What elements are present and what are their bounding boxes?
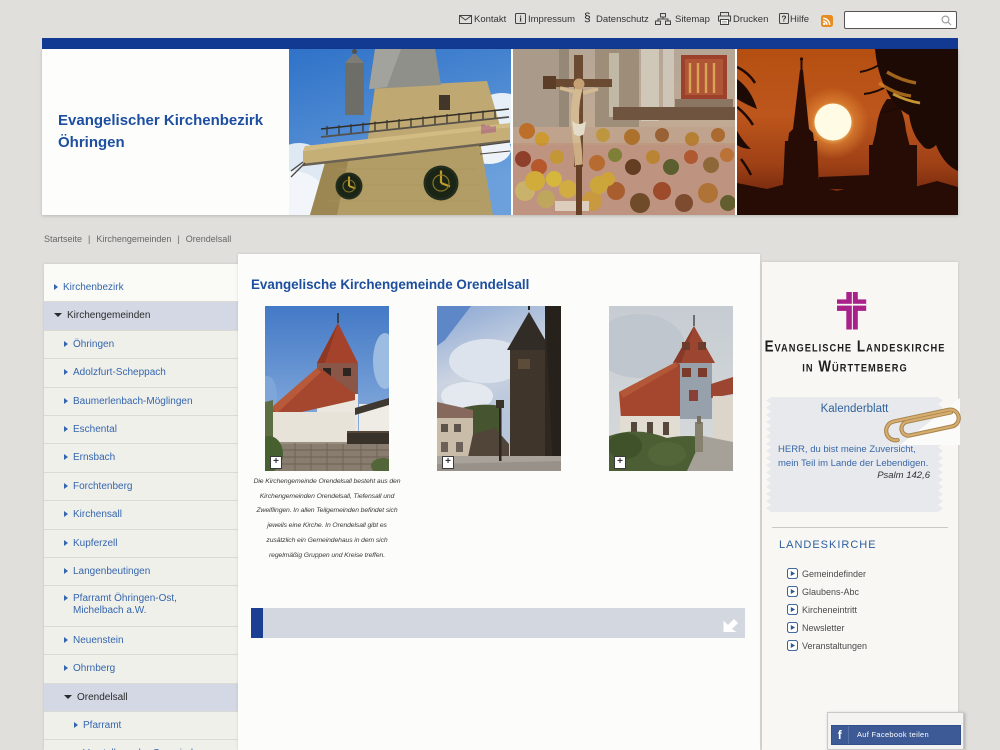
svg-text:i: i <box>519 14 522 24</box>
svg-text:?: ? <box>781 14 786 24</box>
